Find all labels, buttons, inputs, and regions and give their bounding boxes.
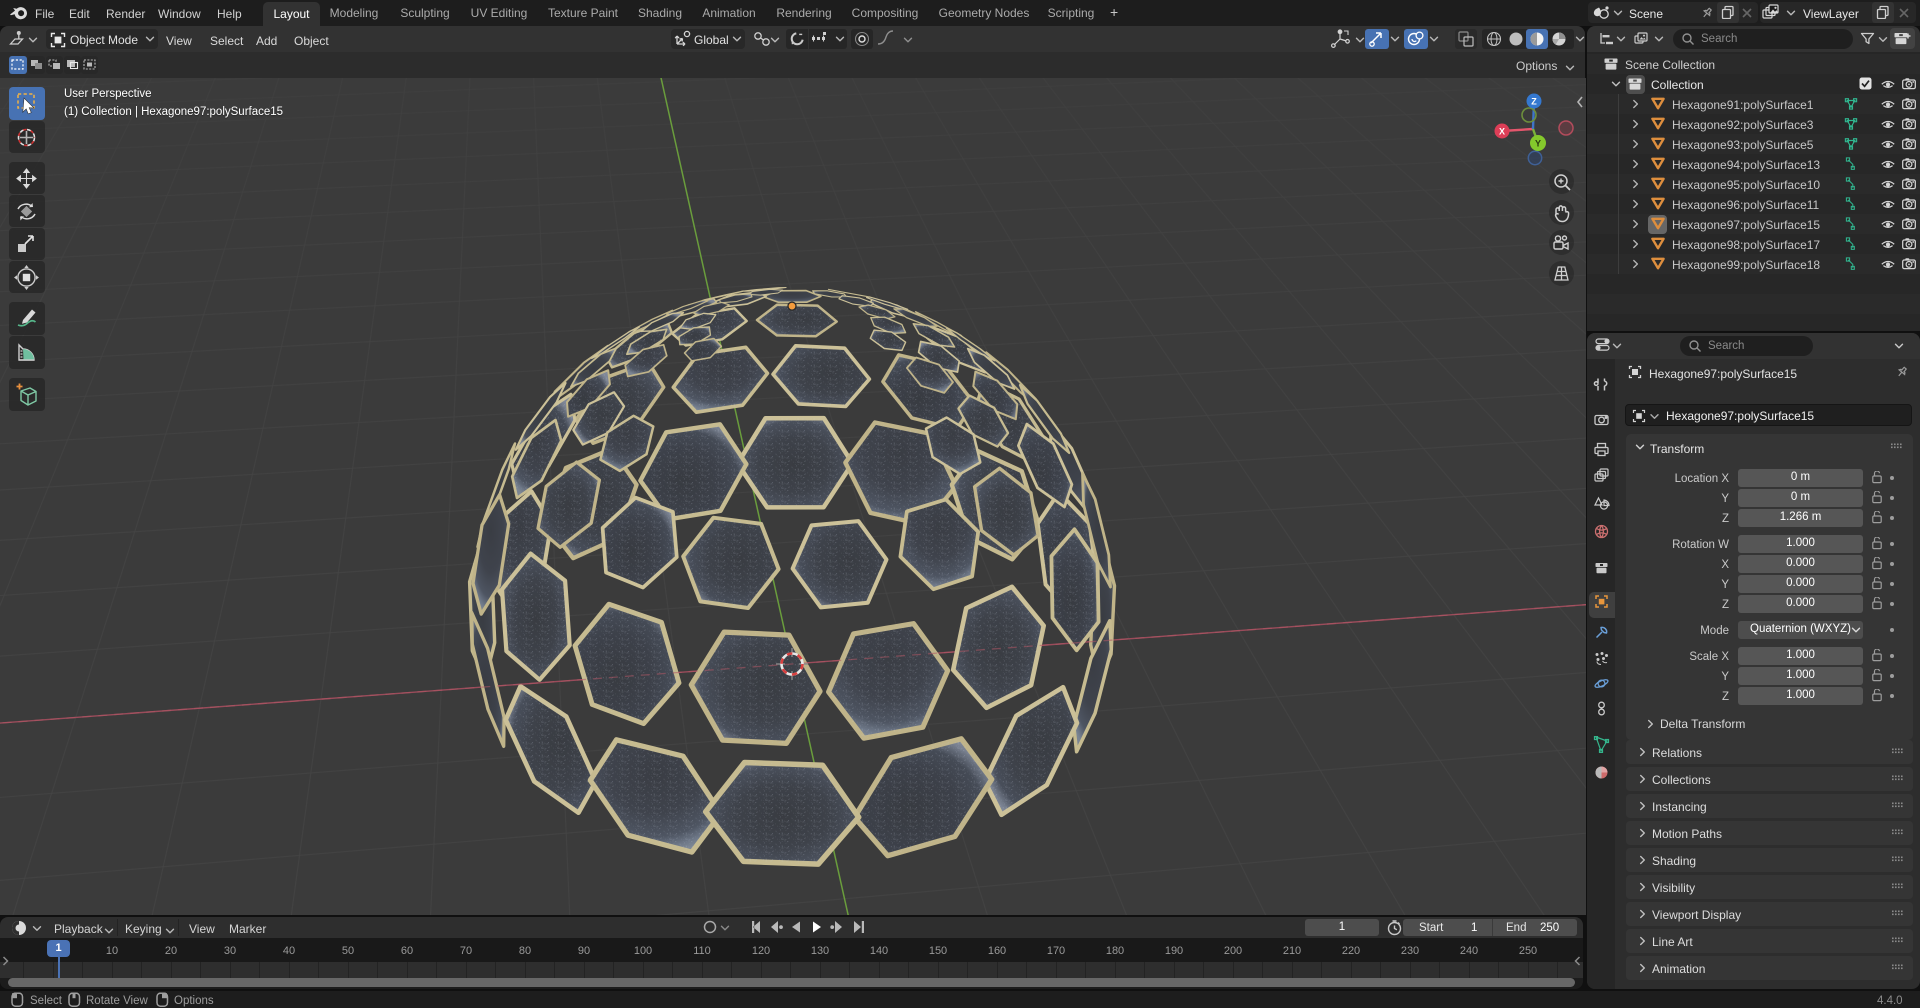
svg-text:Z: Z: [1531, 97, 1537, 107]
svg-text:X: X: [1499, 127, 1505, 137]
svg-text:Y: Y: [1535, 139, 1541, 149]
